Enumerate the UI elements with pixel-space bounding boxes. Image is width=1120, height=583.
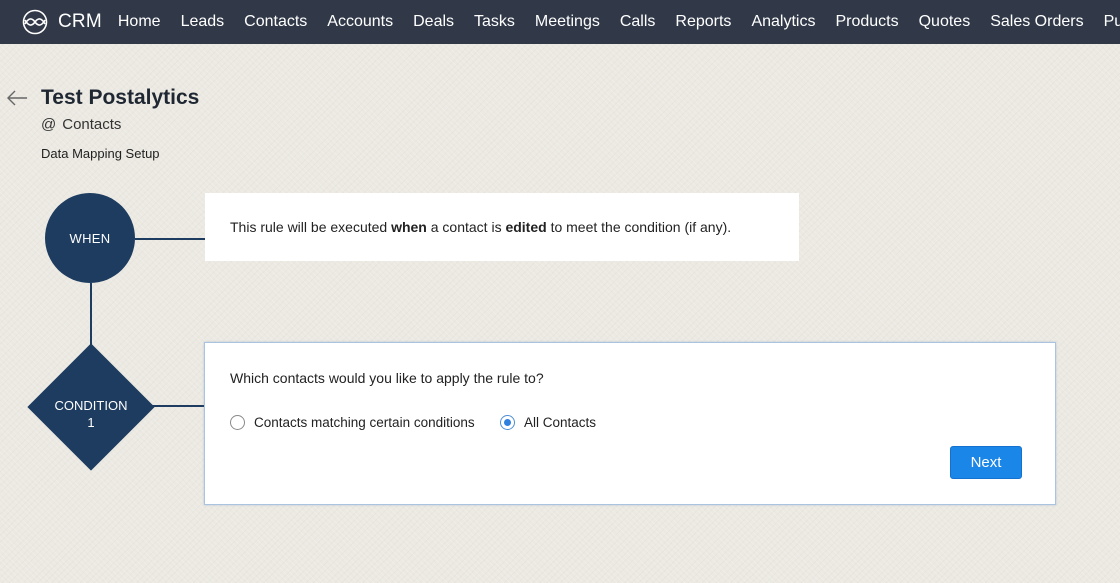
nav-accounts[interactable]: Accounts bbox=[317, 0, 403, 44]
when-node-label: WHEN bbox=[69, 230, 111, 246]
nav-tasks[interactable]: Tasks bbox=[464, 0, 525, 44]
nav-contacts[interactable]: Contacts bbox=[234, 0, 317, 44]
when-text-part2: a contact is bbox=[426, 219, 506, 235]
nav-sales-orders[interactable]: Sales Orders bbox=[980, 0, 1093, 44]
when-description-card: This rule will be executed when a contac… bbox=[205, 193, 799, 261]
crm-logo-icon bbox=[22, 9, 48, 35]
module-prefix: @ bbox=[41, 116, 57, 133]
nav-quotes[interactable]: Quotes bbox=[909, 0, 981, 44]
when-text-bold-edited: edited bbox=[505, 219, 547, 235]
radio-matching-conditions[interactable] bbox=[230, 415, 245, 430]
nav-purchase-orders[interactable]: Purc bbox=[1094, 0, 1120, 44]
condition-card: Which contacts would you like to apply t… bbox=[204, 342, 1056, 505]
when-node: WHEN bbox=[45, 193, 135, 283]
flow-connector-vertical bbox=[90, 283, 92, 345]
nav-analytics[interactable]: Analytics bbox=[741, 0, 825, 44]
option-matching-conditions-label: Contacts matching certain conditions bbox=[254, 415, 475, 430]
when-connector-horizontal bbox=[135, 238, 205, 240]
condition-label-line1: CONDITION bbox=[54, 398, 128, 413]
module-name: Contacts bbox=[62, 116, 122, 133]
condition-node-label: CONDITION 1 bbox=[41, 397, 141, 431]
nav-products[interactable]: Products bbox=[825, 0, 908, 44]
back-arrow-icon[interactable] bbox=[6, 88, 28, 108]
crm-brand[interactable]: CRM bbox=[19, 9, 102, 35]
top-navigation-bar: CRM Home Leads Contacts Accounts Deals T… bbox=[0, 0, 1120, 44]
when-text-bold-when: when bbox=[391, 219, 427, 235]
condition-connector-horizontal bbox=[150, 405, 205, 407]
when-description: This rule will be executed when a contac… bbox=[230, 219, 731, 235]
condition-label-line2: 1 bbox=[87, 415, 95, 430]
nav-reports[interactable]: Reports bbox=[665, 0, 741, 44]
radio-all-contacts[interactable] bbox=[500, 415, 515, 430]
module-indicator: @ Contacts bbox=[41, 116, 121, 133]
condition-question: Which contacts would you like to apply t… bbox=[230, 370, 544, 386]
option-all-contacts-label: All Contacts bbox=[524, 415, 597, 430]
option-matching-conditions[interactable]: Contacts matching certain conditions bbox=[230, 415, 475, 430]
nav-meetings[interactable]: Meetings bbox=[525, 0, 610, 44]
when-text-part3: to meet the condition (if any). bbox=[546, 219, 732, 235]
brand-name: CRM bbox=[58, 11, 102, 32]
page-subtitle: Data Mapping Setup bbox=[41, 146, 160, 161]
nav-deals[interactable]: Deals bbox=[403, 0, 464, 44]
when-text-part1: This rule will be executed bbox=[230, 219, 392, 235]
option-all-contacts[interactable]: All Contacts bbox=[500, 415, 596, 430]
nav-leads[interactable]: Leads bbox=[171, 0, 235, 44]
nav-calls[interactable]: Calls bbox=[610, 0, 666, 44]
page-title: Test Postalytics bbox=[41, 86, 200, 109]
nav-home[interactable]: Home bbox=[108, 0, 171, 44]
next-button[interactable]: Next bbox=[950, 446, 1022, 479]
